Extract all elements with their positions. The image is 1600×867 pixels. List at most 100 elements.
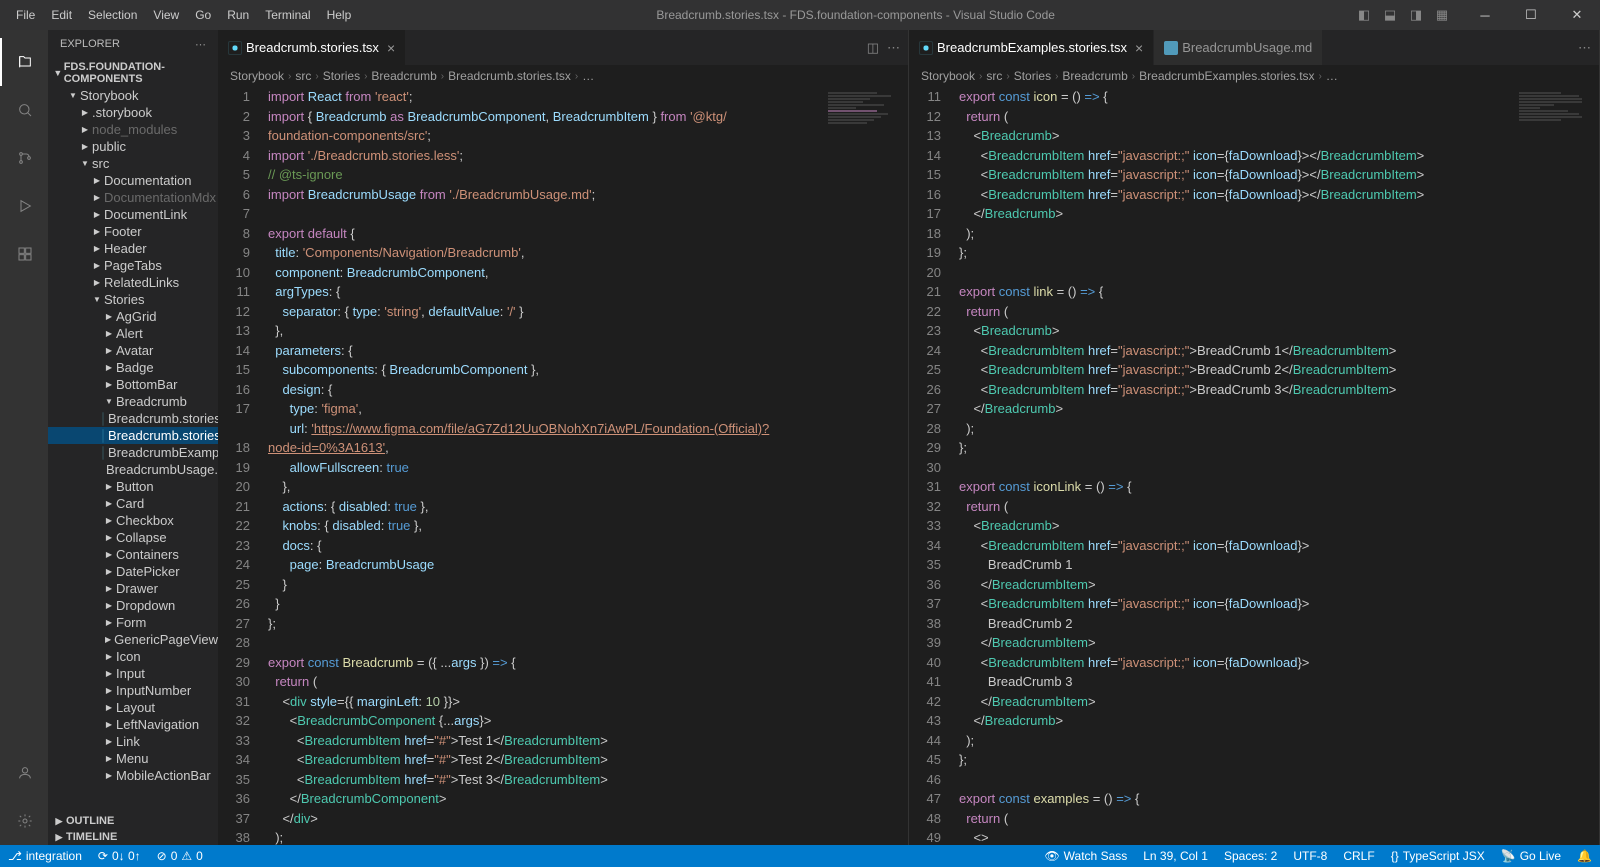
status-watch-sass[interactable]: 👁Watch Sass — [1036, 849, 1135, 863]
breadcrumb-segment[interactable]: Breadcrumb — [371, 69, 436, 83]
file-item[interactable]: Breadcrumb.stories.tsx — [48, 427, 218, 444]
breadcrumb-segment[interactable]: Storybook — [230, 69, 284, 83]
folder-item[interactable]: ▶Icon — [48, 648, 218, 665]
folder-item[interactable]: ▶Drawer — [48, 580, 218, 597]
folder-item[interactable]: ▶Card — [48, 495, 218, 512]
menu-selection[interactable]: Selection — [80, 4, 145, 26]
code-right[interactable]: export const icon = () => { return ( <Br… — [959, 87, 1599, 845]
breadcrumbs-left[interactable]: Storybook›src›Stories›Breadcrumb›Breadcr… — [218, 65, 908, 87]
folder-item[interactable]: ▶.storybook — [48, 104, 218, 121]
breadcrumb-segment[interactable]: … — [1326, 69, 1338, 83]
file-item[interactable]: BreadcrumbUsage.md — [48, 461, 218, 478]
breadcrumb-segment[interactable]: Breadcrumb.stories.tsx — [448, 69, 571, 83]
tab-breadcrumb-stories[interactable]: Breadcrumb.stories.tsx × — [218, 30, 406, 65]
timeline-section[interactable]: ▶TIMELINE — [48, 829, 218, 845]
status-linecol[interactable]: Ln 39, Col 1 — [1135, 849, 1216, 863]
breadcrumb-segment[interactable]: … — [582, 69, 594, 83]
menu-help[interactable]: Help — [319, 4, 360, 26]
maximize-button[interactable]: ☐ — [1508, 0, 1554, 30]
status-indent[interactable]: Spaces: 2 — [1216, 849, 1285, 863]
status-problems[interactable]: ⊘0 ⚠0 — [149, 849, 211, 863]
folder-item[interactable]: ▶Collapse — [48, 529, 218, 546]
folder-item[interactable]: ▶GenericPageView — [48, 631, 218, 648]
status-eol[interactable]: CRLF — [1335, 849, 1382, 863]
status-encoding[interactable]: UTF-8 — [1285, 849, 1335, 863]
breadcrumb-segment[interactable]: src — [295, 69, 311, 83]
minimize-button[interactable]: ─ — [1462, 0, 1508, 30]
folder-item[interactable]: ▶BottomBar — [48, 376, 218, 393]
file-tree[interactable]: ▼Storybook▶.storybook▶node_modules▶publi… — [48, 87, 218, 813]
folder-item[interactable]: ▶Link — [48, 733, 218, 750]
toggle-panel-icon[interactable]: ⬓ — [1378, 3, 1402, 27]
close-tab-icon[interactable]: × — [1135, 40, 1143, 56]
status-language[interactable]: {}TypeScript JSX — [1383, 849, 1493, 863]
breadcrumb-segment[interactable]: src — [986, 69, 1002, 83]
folder-item[interactable]: ▼Stories — [48, 291, 218, 308]
folder-item[interactable]: ▶Dropdown — [48, 597, 218, 614]
folder-item[interactable]: ▶Checkbox — [48, 512, 218, 529]
folder-item[interactable]: ▶LeftNavigation — [48, 716, 218, 733]
menu-edit[interactable]: Edit — [43, 4, 80, 26]
folder-item[interactable]: ▶DocumentationMdx — [48, 189, 218, 206]
folder-item[interactable]: ▶DatePicker — [48, 563, 218, 580]
run-debug-icon[interactable] — [0, 182, 48, 230]
search-icon[interactable] — [0, 86, 48, 134]
customize-layout-icon[interactable]: ▦ — [1430, 3, 1454, 27]
menu-terminal[interactable]: Terminal — [257, 4, 318, 26]
breadcrumb-segment[interactable]: BreadcrumbExamples.stories.tsx — [1139, 69, 1314, 83]
folder-item[interactable]: ▶Button — [48, 478, 218, 495]
breadcrumb-segment[interactable]: Storybook — [921, 69, 975, 83]
project-root[interactable]: ▼FDS.FOUNDATION-COMPONENTS — [48, 59, 218, 87]
menu-file[interactable]: File — [8, 4, 43, 26]
breadcrumb-segment[interactable]: Breadcrumb — [1062, 69, 1127, 83]
outline-section[interactable]: ▶OUTLINE — [48, 813, 218, 829]
close-tab-icon[interactable]: × — [387, 40, 395, 56]
folder-item[interactable]: ▶Menu — [48, 750, 218, 767]
minimap-right[interactable] — [1514, 87, 1594, 845]
breadcrumb-segment[interactable]: Stories — [1014, 69, 1051, 83]
folder-item[interactable]: ▶InputNumber — [48, 682, 218, 699]
more-actions-icon[interactable]: ⋯ — [887, 40, 900, 56]
file-item[interactable]: Breadcrumb.stories.less — [48, 410, 218, 427]
folder-item[interactable]: ▶Badge — [48, 359, 218, 376]
folder-item[interactable]: ▶public — [48, 138, 218, 155]
folder-item[interactable]: ▶AgGrid — [48, 308, 218, 325]
more-actions-icon[interactable]: ⋯ — [1578, 40, 1591, 56]
source-control-icon[interactable] — [0, 134, 48, 182]
file-item[interactable]: BreadcrumbExamples.sto… — [48, 444, 218, 461]
folder-item[interactable]: ▶node_modules — [48, 121, 218, 138]
accounts-icon[interactable] — [0, 749, 48, 797]
folder-item[interactable]: ▼Storybook — [48, 87, 218, 104]
toggle-primary-sidebar-icon[interactable]: ◧ — [1352, 3, 1376, 27]
folder-item[interactable]: ▶Documentation — [48, 172, 218, 189]
toggle-secondary-sidebar-icon[interactable]: ◨ — [1404, 3, 1428, 27]
explorer-icon[interactable] — [0, 38, 48, 86]
folder-item[interactable]: ▶Avatar — [48, 342, 218, 359]
settings-gear-icon[interactable] — [0, 797, 48, 845]
tab-breadcrumb-usage[interactable]: BreadcrumbUsage.md — [1154, 30, 1323, 65]
folder-item[interactable]: ▶RelatedLinks — [48, 274, 218, 291]
status-notifications[interactable]: 🔔 — [1569, 849, 1600, 863]
folder-item[interactable]: ▶Layout — [48, 699, 218, 716]
folder-item[interactable]: ▶PageTabs — [48, 257, 218, 274]
status-golive[interactable]: 📡Go Live — [1493, 849, 1569, 863]
folder-item[interactable]: ▶Header — [48, 240, 218, 257]
tab-breadcrumb-examples[interactable]: BreadcrumbExamples.stories.tsx × — [909, 30, 1154, 65]
split-editor-icon[interactable]: ◫ — [867, 40, 879, 56]
folder-item[interactable]: ▶Footer — [48, 223, 218, 240]
folder-item[interactable]: ▶Containers — [48, 546, 218, 563]
close-window-button[interactable]: ✕ — [1554, 0, 1600, 30]
breadcrumb-segment[interactable]: Stories — [323, 69, 360, 83]
minimap-left[interactable] — [823, 87, 903, 845]
folder-item[interactable]: ▶Input — [48, 665, 218, 682]
menu-run[interactable]: Run — [219, 4, 257, 26]
folder-item[interactable]: ▶Form — [48, 614, 218, 631]
status-sync[interactable]: ⟳0↓ 0↑ — [90, 849, 149, 863]
sidebar-more-icon[interactable]: ⋯ — [195, 38, 206, 51]
status-branch[interactable]: ⎇ integration — [0, 849, 90, 863]
code-left[interactable]: import React from 'react'; import { Brea… — [268, 87, 908, 845]
folder-item[interactable]: ▼Breadcrumb — [48, 393, 218, 410]
folder-item[interactable]: ▶Alert — [48, 325, 218, 342]
folder-item[interactable]: ▶MobileActionBar — [48, 767, 218, 784]
menu-go[interactable]: Go — [187, 4, 219, 26]
